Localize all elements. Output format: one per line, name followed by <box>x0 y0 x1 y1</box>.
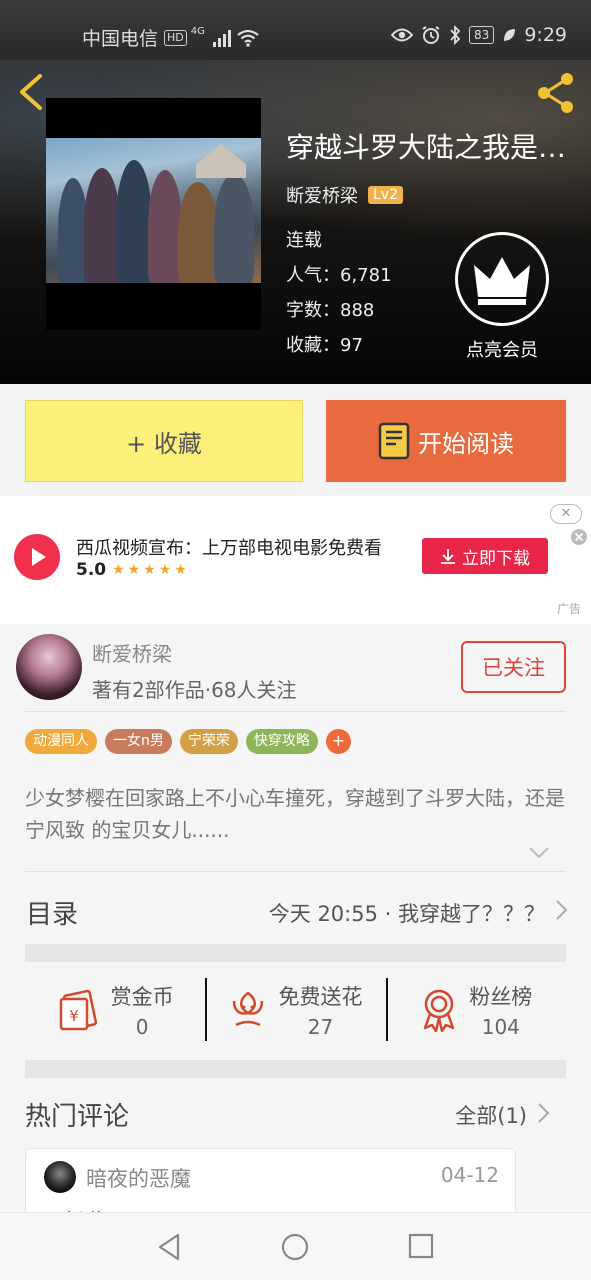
book-author-row: 断爱桥梁 Lv2 <box>286 182 403 208</box>
follow-button[interactable]: 已关注 <box>461 641 566 693</box>
popularity-label: 人气： <box>286 265 340 286</box>
nav-home-icon[interactable] <box>281 1233 309 1261</box>
carrier-name: 中国电信 <box>82 28 159 50</box>
ad-banner[interactable]: 西瓜视频宣布：上万部电视电影免费看 5.0 ★★★★★ 立即下载 ✕ 广告 <box>0 496 591 624</box>
add-tag-button[interactable]: + <box>325 729 351 754</box>
commenter-name[interactable]: 暗夜的恶魔 <box>86 1163 191 1193</box>
divider <box>25 711 566 712</box>
vip-crown-button[interactable] <box>455 232 549 326</box>
word-count-label: 字数： <box>286 300 340 321</box>
wifi-icon <box>237 29 259 47</box>
favorites-value: 97 <box>340 335 363 356</box>
latest-chapter: 今天 20:55 · 我穿越了？？？ <box>268 902 545 926</box>
tag-item[interactable]: 快穿攻略 <box>245 729 318 754</box>
vip-label[interactable]: 点亮会员 <box>448 336 556 362</box>
book-title: 穿越斗罗大陆之我是宁风致的宝贝女儿 <box>286 131 576 164</box>
ad-label: 广告 <box>556 602 581 616</box>
share-icon[interactable] <box>533 70 579 116</box>
rating-stars: ★★★★★ <box>112 562 190 578</box>
nav-back-icon[interactable] <box>156 1233 182 1261</box>
tag-item[interactable]: 一女n男 <box>105 729 172 754</box>
carrier-group: 中国电信 HD 4G <box>82 24 259 51</box>
book-cover[interactable] <box>46 98 261 330</box>
network-type: 4G <box>190 26 205 37</box>
section-separator <box>25 1060 566 1078</box>
back-icon[interactable] <box>14 72 50 112</box>
section-separator <box>25 944 566 962</box>
ad-close-button[interactable]: ✕ <box>550 504 582 524</box>
chevron-right-icon[interactable] <box>537 1102 551 1124</box>
book-description: 少女梦樱在回家路上不小心车撞死，穿越到了斗罗大陆，还是宁风致 的宝贝女儿....… <box>25 786 565 842</box>
tag-item[interactable]: 动漫同人 <box>25 729 97 754</box>
start-reading-label: 开始阅读 <box>418 429 514 458</box>
free-flower-count: 27 <box>307 1015 334 1039</box>
medal-icon <box>424 989 455 1032</box>
eye-icon <box>391 28 414 42</box>
nav-recents-icon[interactable] <box>408 1233 434 1259</box>
author-section: 断爱桥梁 著有2部作品·68人关注 已关注 <box>0 624 591 712</box>
add-favorite-button[interactable]: + 收藏 <box>25 400 303 482</box>
book-author[interactable]: 断爱桥梁 <box>286 182 358 208</box>
hot-comments-title: 热门评论 <box>25 1102 130 1132</box>
ad-dismiss-icon[interactable] <box>570 528 588 546</box>
popularity-value: 6,781 <box>340 265 392 286</box>
favorites-row: 收藏：97 <box>286 331 363 357</box>
coin-envelope-icon: ¥ <box>59 989 97 1031</box>
reward-coins-count: 0 <box>135 1015 149 1039</box>
system-navigation-bar <box>0 1212 591 1280</box>
tag-item[interactable]: 宁荣荣 <box>179 729 238 754</box>
flower-icon <box>233 991 264 1027</box>
svg-text:¥: ¥ <box>69 1007 79 1025</box>
signal-icon <box>212 29 231 47</box>
ad-rating-value: 5.0 <box>76 560 107 580</box>
popularity-row: 人气：6,781 <box>286 261 392 287</box>
reward-coins-label: 赏金币 <box>110 985 174 1009</box>
author-name[interactable]: 断爱桥梁 <box>92 638 172 667</box>
tag-list: 动漫同人 一女n男 宁荣荣 快穿攻略 + <box>25 729 351 754</box>
book-header: 中国电信 HD 4G 83 9:29 穿越斗罗大陆之我是宁风致的宝贝女儿 <box>0 0 591 384</box>
alarm-icon <box>422 26 440 44</box>
leaf-icon <box>504 29 516 41</box>
level-badge: Lv2 <box>368 186 403 204</box>
expand-chevron-icon[interactable] <box>528 846 550 860</box>
status-bar: 中国电信 HD 4G 83 9:29 <box>0 0 591 60</box>
support-stats: ¥ 赏金币 0 免费送花 27 粉丝榜 104 <box>25 962 566 1058</box>
author-stats: 著有2部作品·68人关注 <box>92 678 297 702</box>
toc-title: 目录 <box>26 900 79 930</box>
xigua-logo-icon <box>14 534 60 580</box>
book-icon <box>378 422 410 460</box>
ad-rating: 5.0 ★★★★★ <box>76 560 190 580</box>
author-avatar[interactable] <box>16 634 82 700</box>
action-bar: + 收藏 开始阅读 <box>0 384 591 496</box>
reward-coins-button[interactable]: ¥ 赏金币 0 <box>25 962 205 1058</box>
favorites-label: 收藏： <box>286 335 340 356</box>
chevron-right-icon <box>556 900 568 920</box>
comment-date: 04-12 <box>440 1163 499 1187</box>
start-reading-button[interactable]: 开始阅读 <box>326 400 566 482</box>
battery-indicator: 83 <box>469 26 495 44</box>
word-count-value: 888 <box>340 300 375 321</box>
fan-ranking-label: 粉丝榜 <box>469 985 533 1009</box>
ad-download-label: 立即下载 <box>462 548 530 569</box>
ad-title: 西瓜视频宣布：上万部电视电影免费看 <box>76 538 382 559</box>
status-icons: 83 9:29 <box>391 24 567 46</box>
fan-ranking-button[interactable]: 粉丝榜 104 <box>385 962 566 1058</box>
download-icon <box>441 549 455 564</box>
free-flower-button[interactable]: 免费送花 27 <box>205 962 385 1058</box>
all-comments-link[interactable]: 全部(1) <box>455 1100 527 1130</box>
crown-icon <box>474 257 530 305</box>
table-of-contents-row[interactable]: 目录 今天 20:55 · 我穿越了？？？ <box>0 872 591 948</box>
hd-badge: HD <box>164 29 187 46</box>
free-flower-label: 免费送花 <box>278 985 363 1009</box>
commenter-avatar[interactable] <box>44 1161 76 1193</box>
ad-download-button[interactable]: 立即下载 <box>422 538 548 574</box>
cover-artwork <box>46 138 261 283</box>
clock: 9:29 <box>524 24 567 46</box>
book-status: 连载 <box>286 230 322 251</box>
word-count-row: 字数：888 <box>286 296 374 322</box>
bluetooth-icon <box>450 25 461 45</box>
fan-ranking-count: 104 <box>481 1015 520 1039</box>
